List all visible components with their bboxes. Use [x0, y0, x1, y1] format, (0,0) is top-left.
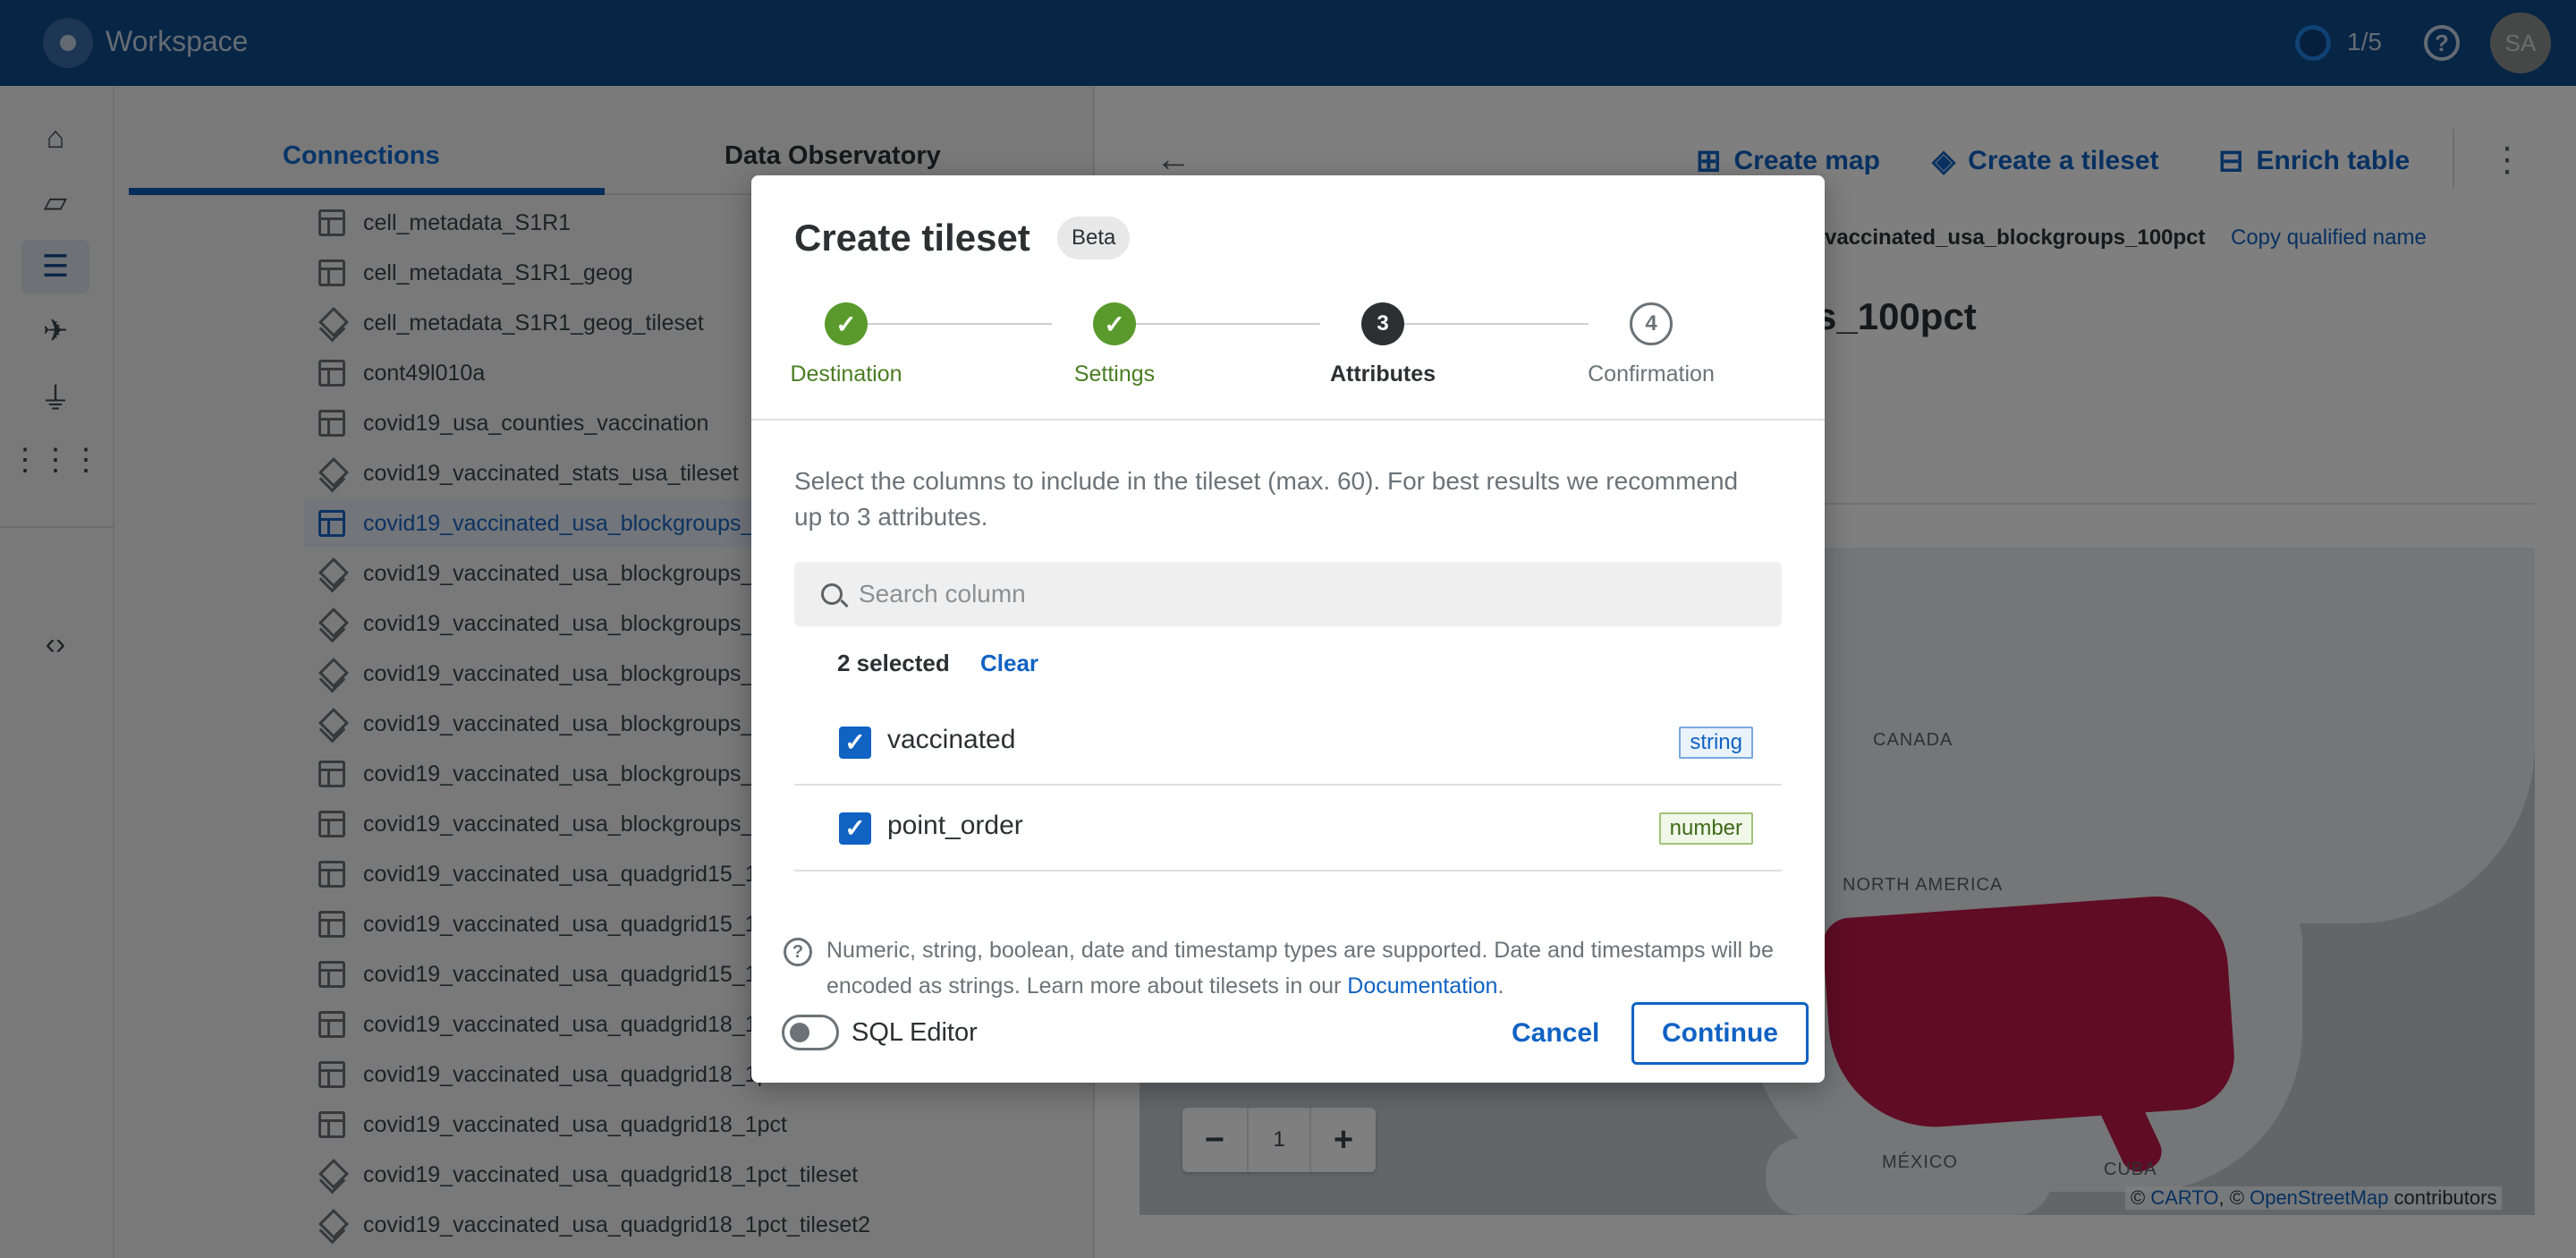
continue-button[interactable]: Continue — [1631, 1002, 1809, 1065]
step-label-destination: Destination — [790, 361, 902, 387]
step-check-icon: ✓ — [825, 302, 868, 345]
column-row-vaccinated[interactable]: ✓ vaccinated string — [794, 700, 1782, 786]
step-connector — [868, 323, 1052, 325]
step-check-icon: ✓ — [1093, 302, 1136, 345]
supported-types-text: Numeric, string, boolean, date and times… — [826, 938, 1774, 999]
step-number-3: 3 — [1361, 302, 1404, 345]
supported-types-note: Numeric, string, boolean, date and times… — [826, 932, 1801, 1004]
search-icon — [821, 583, 843, 605]
step-number-4: 4 — [1630, 302, 1673, 345]
supported-types-end: . — [1497, 973, 1504, 999]
attributes-description: Select the columns to include in the til… — [794, 467, 1739, 531]
help-circle-icon: ? — [784, 938, 812, 966]
clear-button[interactable]: Clear — [980, 650, 1038, 677]
cancel-button[interactable]: Cancel — [1512, 1018, 1599, 1049]
dialog-title: Create tileset — [794, 217, 1030, 259]
search-field — [794, 562, 1782, 626]
beta-badge: Beta — [1057, 217, 1131, 259]
step-connector — [1136, 323, 1320, 325]
column-checkbox[interactable]: ✓ — [839, 812, 871, 845]
column-name: point_order — [887, 811, 1023, 840]
sql-editor-label: SQL Editor — [852, 1018, 978, 1047]
documentation-link[interactable]: Documentation — [1347, 973, 1497, 999]
column-row-point-order[interactable]: ✓ point_order number — [794, 786, 1782, 871]
step-label-attributes: Attributes — [1329, 361, 1436, 387]
sql-editor-toggle[interactable] — [782, 1015, 839, 1050]
step-connector — [1404, 323, 1589, 325]
column-type-badge: string — [1679, 727, 1753, 759]
step-label-confirmation: Confirmation — [1588, 361, 1715, 387]
search-input[interactable] — [859, 562, 1753, 626]
column-name: vaccinated — [887, 725, 1016, 754]
column-checkbox[interactable]: ✓ — [839, 727, 871, 759]
step-label-settings: Settings — [1073, 361, 1156, 387]
column-type-badge: number — [1658, 812, 1753, 845]
create-tileset-dialog: Create tileset Beta ✓ Destination ✓ Sett… — [751, 175, 1825, 1083]
selected-count: 2 selected — [837, 650, 950, 676]
dialog-divider — [751, 419, 1825, 421]
